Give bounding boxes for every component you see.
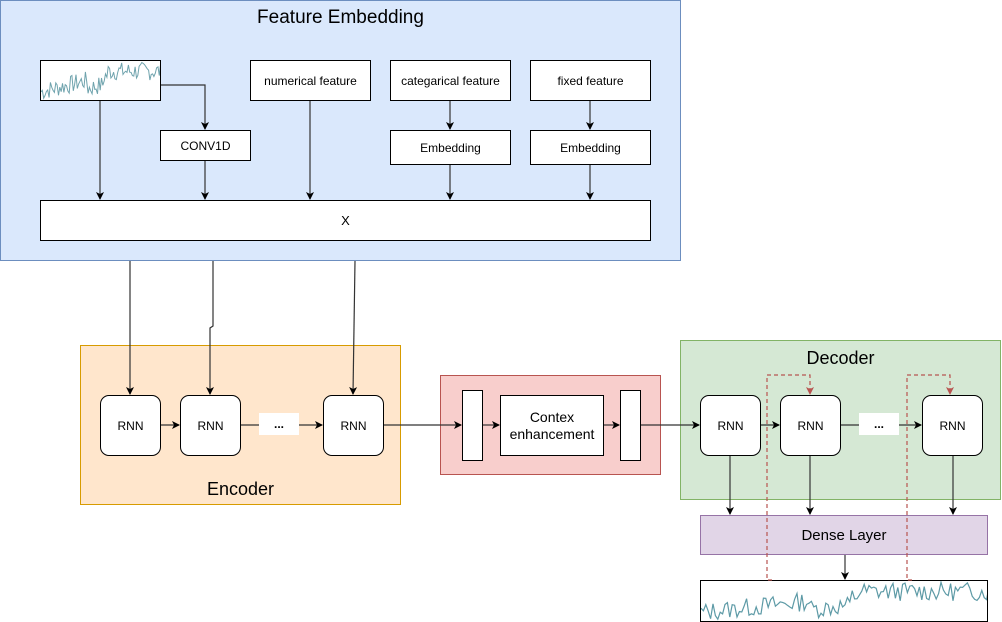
- decoder-rnn-2-label: RNN: [797, 418, 824, 433]
- encoder-rnn-3: RNN: [323, 395, 384, 456]
- decoder-rnn-1-label: RNN: [717, 418, 744, 433]
- fixed-feature-box: fixed feature: [530, 60, 651, 101]
- context-enhancement-label: Contex enhancement: [509, 408, 595, 442]
- encoder-rnn-1-label: RNN: [117, 418, 144, 433]
- numerical-feature-label: numerical feature: [264, 73, 357, 88]
- input-time-series-thumbnail: [40, 60, 161, 101]
- context-enhancement-box: Contex enhancement: [500, 395, 604, 456]
- output-series-line: [701, 581, 987, 621]
- fixed-embedding-label: Embedding: [560, 140, 621, 155]
- output-time-series-plot: [700, 580, 988, 622]
- encoder-rnn-1: RNN: [100, 395, 161, 456]
- decoder-title: Decoder: [806, 348, 875, 368]
- x-label: X: [341, 213, 350, 228]
- decoder-rnn-3: RNN: [922, 395, 983, 456]
- dense-layer-label: Dense Layer: [801, 526, 887, 544]
- categorical-feature-label: categarical feature: [401, 73, 500, 88]
- numerical-feature-box: numerical feature: [250, 60, 371, 101]
- context-output-bar: [620, 390, 641, 461]
- dense-layer-box: Dense Layer: [700, 515, 988, 555]
- encoder-rnn-2-label: RNN: [197, 418, 224, 433]
- encoder-title: Encoder: [206, 479, 275, 499]
- categorical-embedding-label: Embedding: [420, 140, 481, 155]
- decoder-rnn-1: RNN: [700, 395, 761, 456]
- fixed-feature-label: fixed feature: [557, 73, 624, 88]
- conv1d-label: CONV1D: [180, 138, 231, 153]
- output-time-series-svg: [701, 581, 987, 621]
- categorical-embedding-box: Embedding: [390, 130, 511, 165]
- decoder-rnn-2: RNN: [780, 395, 841, 456]
- categorical-feature-box: categarical feature: [390, 60, 511, 101]
- decoder-ellipsis: ...: [859, 413, 899, 435]
- encoder-rnn-2: RNN: [180, 395, 241, 456]
- context-input-bar: [462, 390, 483, 461]
- x-combined-box: X: [40, 200, 651, 241]
- input-time-series-plot: [41, 61, 160, 100]
- decoder-rnn-3-label: RNN: [939, 418, 966, 433]
- fixed-embedding-box: Embedding: [530, 130, 651, 165]
- encoder-ellipsis: ...: [259, 413, 299, 435]
- conv1d-box: CONV1D: [160, 130, 251, 161]
- encoder-rnn-3-label: RNN: [340, 418, 367, 433]
- input-series-line: [41, 61, 160, 100]
- feature-embedding-title: Feature Embedding: [257, 7, 424, 28]
